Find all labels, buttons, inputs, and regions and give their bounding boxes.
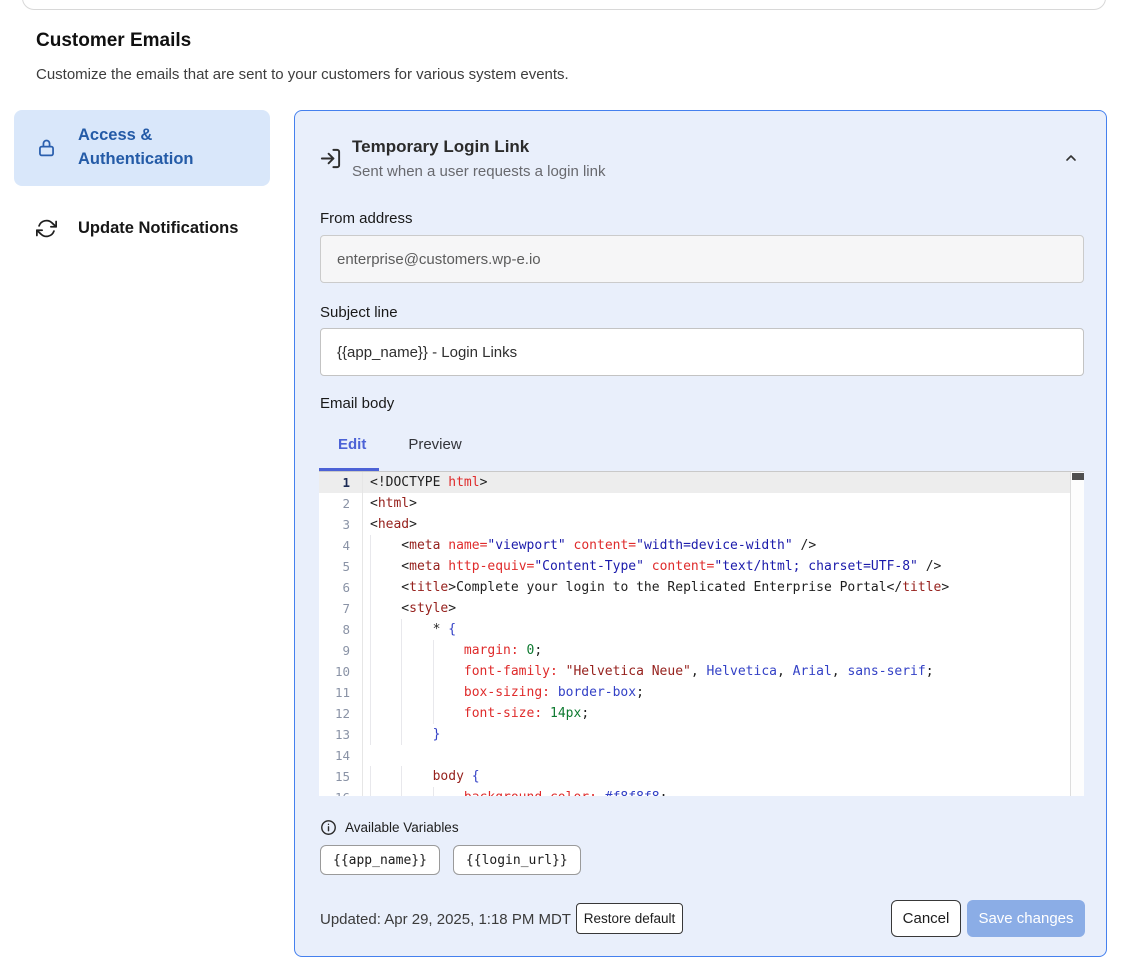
code-line: 13} [319,724,1084,745]
code-line: 3<head> [319,514,1084,535]
code-text: body { [363,766,480,787]
code-line: 15body { [319,766,1084,787]
updated-timestamp: Updated: Apr 29, 2025, 1:18 PM MDT [320,911,571,928]
sidebar-item-label: Access & Authentication [78,124,252,172]
code-text: <html> [363,493,417,514]
line-number: 3 [319,514,363,535]
code-line: 10font-family: "Helvetica Neue", Helveti… [319,661,1084,682]
code-text [363,745,370,766]
sidebar-item-access-authentication[interactable]: Access & Authentication [14,110,270,186]
code-text: } [363,724,440,745]
line-number: 7 [319,598,363,619]
code-text: margin: 0; [363,640,542,661]
code-text: background-color: #f8f8f8; [363,787,667,796]
line-number: 5 [319,556,363,577]
code-text: <head> [363,514,417,535]
code-line: 6<title>Complete your login to the Repli… [319,577,1084,598]
line-number: 6 [319,577,363,598]
line-number: 14 [319,745,363,766]
available-variables-label: Available Variables [345,820,459,835]
info-icon [320,819,337,836]
temporary-login-link-panel: Temporary Login Link Sent when a user re… [294,110,1107,957]
code-text: <meta http-equiv="Content-Type" content=… [363,556,941,577]
code-line: 11box-sizing: border-box; [319,682,1084,703]
variable-chips: {{app_name}} {{login_url}} [320,845,581,875]
cancel-button[interactable]: Cancel [891,900,961,937]
sidebar-item-update-notifications[interactable]: Update Notifications [14,203,270,255]
page-subtitle: Customize the emails that are sent to yo… [36,66,569,83]
panel-subtitle: Sent when a user requests a login link [352,163,605,180]
collapse-panel-button[interactable] [1057,147,1085,171]
code-text: <style> [363,598,456,619]
subject-line-input[interactable] [320,328,1084,376]
line-number: 16 [319,787,363,796]
code-line: 1<!DOCTYPE html> [319,472,1084,493]
code-line: 8* { [319,619,1084,640]
chevron-up-icon [1063,154,1079,169]
code-lines: 1<!DOCTYPE html>2<html>3<head>4<meta nam… [319,472,1084,796]
panel-title: Temporary Login Link [352,137,529,157]
code-text: font-size: 14px; [363,703,589,724]
code-line: 9margin: 0; [319,640,1084,661]
line-number: 15 [319,766,363,787]
editor-scrollbar-track[interactable] [1070,472,1084,796]
editor-scrollbar-thumb[interactable] [1072,473,1084,480]
sidebar-item-label: Update Notifications [78,217,238,241]
code-text: font-family: "Helvetica Neue", Helvetica… [363,661,934,682]
login-icon [319,147,342,175]
email-body-tabs: Edit Preview [319,436,462,453]
email-body-label: Email body [320,395,394,412]
code-line: 5<meta http-equiv="Content-Type" content… [319,556,1084,577]
code-line: 4<meta name="viewport" content="width=de… [319,535,1084,556]
code-text: <!DOCTYPE html> [363,472,487,493]
code-text: <title>Complete your login to the Replic… [363,577,949,598]
code-editor[interactable]: 1<!DOCTYPE html>2<html>3<head>4<meta nam… [319,471,1084,796]
tab-preview[interactable]: Preview [408,436,461,453]
line-number: 8 [319,619,363,640]
subject-line-label: Subject line [320,304,398,321]
tab-edit[interactable]: Edit [338,436,366,453]
sidebar: Access & Authentication Update Notificati… [14,110,270,272]
line-number: 12 [319,703,363,724]
variable-chip[interactable]: {{app_name}} [320,845,440,875]
refresh-icon [36,218,58,239]
available-variables-row: Available Variables [320,819,459,836]
line-number: 2 [319,493,363,514]
line-number: 13 [319,724,363,745]
code-line: 14 [319,745,1084,766]
previous-card-edge [22,0,1106,10]
from-address-label: From address [320,210,413,227]
page-title: Customer Emails [36,30,191,52]
code-line: 16background-color: #f8f8f8; [319,787,1084,796]
customer-emails-page: Customer Emails Customize the emails tha… [0,0,1128,980]
code-text: * { [363,619,456,640]
line-number: 10 [319,661,363,682]
line-number: 9 [319,640,363,661]
restore-default-button[interactable]: Restore default [576,903,683,934]
line-number: 4 [319,535,363,556]
code-text: <meta name="viewport" content="width=dev… [363,535,816,556]
variable-chip[interactable]: {{login_url}} [453,845,581,875]
code-text: box-sizing: border-box; [363,682,644,703]
save-changes-button[interactable]: Save changes [967,900,1085,937]
code-line: 12font-size: 14px; [319,703,1084,724]
lock-icon [36,137,58,158]
from-address-input[interactable] [320,235,1084,283]
line-number: 1 [319,472,363,493]
code-line: 7<style> [319,598,1084,619]
line-number: 11 [319,682,363,703]
code-line: 2<html> [319,493,1084,514]
